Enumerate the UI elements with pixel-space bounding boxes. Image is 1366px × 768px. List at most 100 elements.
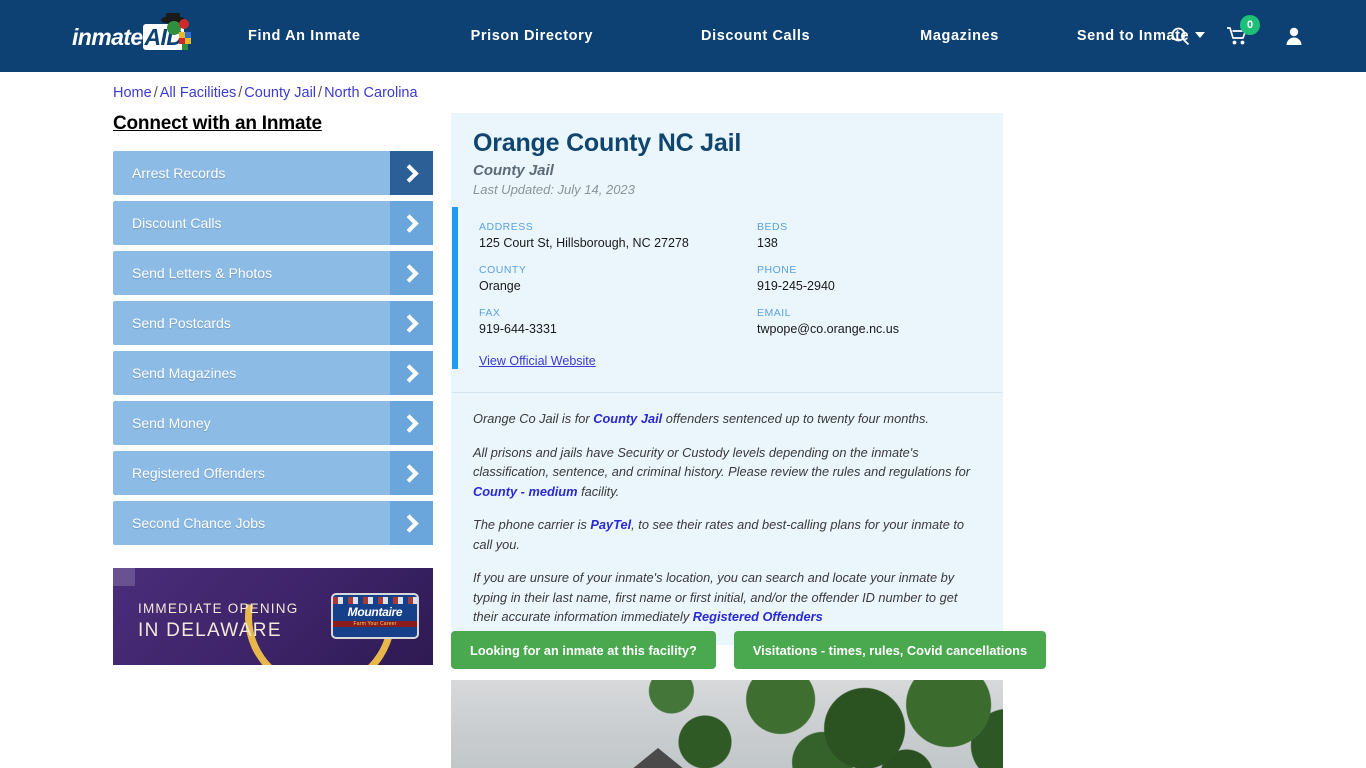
paragraph-3-text-a: The phone carrier is (473, 517, 591, 532)
sidebar-item-label: Send Letters & Photos (132, 265, 273, 281)
info-field-county: COUNTY Orange (479, 264, 757, 293)
sidebar-item-label: Second Chance Jobs (132, 515, 266, 531)
breadcrumb-separator: / (318, 85, 323, 101)
chevron-right-icon (390, 451, 433, 495)
paragraph-2-text-b: facility. (577, 483, 620, 499)
breadcrumb-item-home[interactable]: Home (113, 85, 152, 101)
sidebar-item-discount-calls[interactable]: Discount Calls (113, 201, 433, 245)
facility-info-block: ADDRESS 125 Court St, Hillsborough, NC 2… (451, 207, 1003, 392)
action-button-row: Looking for an inmate at this facility? … (451, 631, 1047, 669)
paragraph-1-text-b: offenders sentenced up to twenty four mo… (662, 411, 929, 426)
chevron-right-icon (390, 301, 433, 345)
description-paragraph-1: Orange Co Jail is for County Jail offend… (473, 409, 981, 429)
sidebar-item-send-magazines[interactable]: Send Magazines (113, 351, 433, 395)
cart-count-badge: 0 (1240, 15, 1260, 35)
sidebar-item-arrest-records[interactable]: Arrest Records (113, 151, 433, 195)
facility-type: County Jail (473, 162, 554, 179)
main-navigation: Find An Inmate Prison Directory Discount… (248, 0, 1206, 72)
sidebar-item-label: Arrest Records (132, 165, 226, 181)
connect-sidebar: Connect with an Inmate Arrest Records Di… (113, 113, 433, 551)
breadcrumb-separator: / (153, 85, 158, 101)
search-icon[interactable] (1170, 26, 1190, 46)
description-paragraph-3: The phone carrier is PayTel, to see thei… (473, 515, 981, 554)
chevron-right-icon (390, 201, 433, 245)
chevron-right-icon (390, 351, 433, 395)
info-label: PHONE (757, 264, 797, 276)
chevron-right-icon (390, 401, 433, 445)
photo-tree (621, 680, 1003, 768)
info-value: 919-644-3331 (479, 322, 557, 336)
user-account-icon[interactable] (1284, 26, 1304, 46)
paragraph-2-text-a: All prisons and jails have Security or C… (473, 444, 970, 480)
sidebar-item-label: Send Postcards (132, 315, 231, 331)
breadcrumb: Home / All Facilities / County Jail / North Ca… (113, 85, 418, 101)
logo-text-main: inmate (72, 23, 143, 50)
info-value: 125 Court St, Hillsborough, NC 27278 (479, 236, 689, 250)
link-county-jail[interactable]: County Jail (593, 411, 662, 426)
sidebar-item-registered-offenders[interactable]: Registered Offenders (113, 451, 433, 495)
info-label: BEDS (757, 221, 788, 233)
visitations-button[interactable]: Visitations - times, rules, Covid cancel… (733, 631, 1047, 669)
info-field-email: EMAIL twpope@co.orange.nc.us (757, 307, 981, 336)
nav-item-prison-directory[interactable]: Prison Directory (471, 28, 593, 44)
breadcrumb-item-north-carolina[interactable]: North Carolina (324, 85, 418, 101)
nav-item-magazines[interactable]: Magazines (920, 28, 999, 44)
info-value: twpope@co.orange.nc.us (757, 322, 899, 336)
chevron-right-icon (390, 501, 433, 545)
ad-line-1: IMMEDIATE OPENING (138, 601, 299, 616)
sidebar-item-label: Discount Calls (132, 215, 222, 231)
info-field-phone: PHONE 919-245-2940 (757, 264, 981, 293)
inmateaid-bird-icon (161, 13, 191, 50)
nav-item-find-an-inmate[interactable]: Find An Inmate (248, 28, 361, 44)
paragraph-1-text-a: Orange Co Jail is for (473, 411, 594, 426)
info-field-address: ADDRESS 125 Court St, Hillsborough, NC 2… (479, 221, 757, 250)
sidebar-heading: Connect with an Inmate (113, 113, 322, 134)
link-county-medium[interactable]: County - medium (473, 484, 578, 499)
sidebar-item-send-letters-photos[interactable]: Send Letters & Photos (113, 251, 433, 295)
find-inmate-button[interactable]: Looking for an inmate at this facility? (451, 631, 716, 669)
sidebar-item-label: Registered Offenders (132, 465, 265, 481)
info-value: 919-245-2940 (757, 279, 835, 293)
sidebar-item-label: Send Money (132, 415, 211, 431)
ad-text: IMMEDIATE OPENING IN DELAWARE (138, 598, 298, 642)
description-paragraph-2: All prisons and jails have Security or C… (473, 443, 981, 502)
info-label: FAX (479, 307, 501, 319)
site-logo[interactable]: inmateAID (72, 13, 197, 58)
view-official-website-link[interactable]: View Official Website (479, 354, 596, 368)
site-header: inmateAID Find An Inmate Prison Director… (0, 0, 1366, 72)
ad-brand-name: Mountaire (347, 605, 403, 619)
info-value: 138 (757, 236, 778, 250)
sidebar-item-send-money[interactable]: Send Money (113, 401, 433, 445)
info-label: EMAIL (757, 307, 792, 319)
chevron-right-icon (390, 151, 433, 195)
info-label: ADDRESS (479, 221, 534, 233)
sidebar-item-label: Send Magazines (132, 365, 237, 381)
info-field-fax: FAX 919-644-3331 (479, 307, 757, 336)
description-paragraph-4: If you are unsure of your inmate's locat… (473, 568, 981, 627)
mountaire-logo: Mountaire Farm Your Career (331, 593, 419, 639)
chevron-right-icon (390, 251, 433, 295)
ad-logo-banner-decoration (333, 597, 417, 604)
breadcrumb-item-all-facilities[interactable]: All Facilities (160, 85, 237, 101)
ad-line-2: IN DELAWARE (138, 620, 282, 641)
sidebar-item-send-postcards[interactable]: Send Postcards (113, 301, 433, 345)
breadcrumb-separator: / (238, 85, 243, 101)
info-value: Orange (479, 279, 521, 293)
info-accent-bar (452, 207, 458, 369)
sidebar-item-second-chance-jobs[interactable]: Second Chance Jobs (113, 501, 433, 545)
page-title: Orange County NC Jail (473, 129, 742, 157)
facility-header: Orange County NC Jail County Jail Last U… (451, 113, 1003, 207)
link-registered-offenders[interactable]: Registered Offenders (693, 609, 823, 624)
header-icon-group: 0 (1170, 0, 1304, 72)
facility-description: Orange Co Jail is for County Jail offend… (451, 393, 1003, 645)
info-field-beds: BEDS 138 (757, 221, 981, 250)
sidebar-advertisement[interactable]: IMMEDIATE OPENING IN DELAWARE Mountaire … (113, 568, 433, 665)
ad-corner-decoration (113, 568, 135, 586)
cart-icon[interactable]: 0 (1226, 15, 1260, 46)
nav-item-discount-calls[interactable]: Discount Calls (701, 28, 810, 44)
info-label: COUNTY (479, 264, 527, 276)
link-paytel[interactable]: PayTel (590, 517, 631, 532)
facility-photo (451, 680, 1003, 768)
breadcrumb-item-county-jail[interactable]: County Jail (244, 85, 316, 101)
facility-info-grid: ADDRESS 125 Court St, Hillsborough, NC 2… (479, 221, 981, 336)
